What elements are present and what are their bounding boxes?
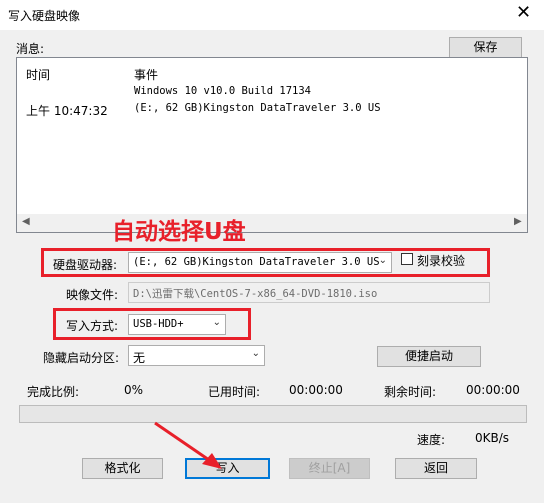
verify-checkbox[interactable] [401,253,413,265]
elapsed-value: 00:00:00 [289,383,343,397]
chevron-down-icon: ⌄ [212,317,221,328]
write-method-label: 写入方式: [66,319,119,333]
progress-bar [19,405,527,423]
write-method-value: USB-HDD+ [133,318,184,330]
drive-select[interactable]: (E:, 62 GB)Kingston DataTraveler 3.0 US … [128,252,392,273]
horizontal-scrollbar[interactable]: ◀ ▶ [17,214,527,232]
speed-value: 0KB/s [475,431,510,445]
annotation-text: 自动选择U盘 [112,219,246,245]
ratio-label: 完成比例: [27,385,80,399]
close-icon[interactable]: ✕ [516,4,531,22]
hidden-partition-label: 隐藏启动分区: [43,351,120,365]
messages-label: 消息: [16,42,45,56]
hidden-partition-select[interactable]: 无 ⌄ [128,345,265,366]
image-file-value: D:\迅雷下载\CentOS-7-x86_64-DVD-1810.iso [133,288,378,300]
column-time: 时间 [26,68,51,82]
quick-boot-button[interactable]: 便捷启动 [377,346,481,367]
ratio-value: 0% [124,383,144,397]
remaining-value: 00:00:00 [466,383,520,397]
back-button[interactable]: 返回 [395,458,477,479]
title-bar [0,0,544,30]
log-event: (E:, 62 GB)Kingston DataTraveler 3.0 US [134,102,381,114]
log-event: Windows 10 v10.0 Build 17134 [134,85,312,97]
write-method-select[interactable]: USB-HDD+ ⌄ [128,314,226,335]
drive-label: 硬盘驱动器: [53,258,118,272]
message-log[interactable]: 时间 事件 Windows 10 v10.0 Build 17134 上午 10… [16,57,528,233]
save-button[interactable]: 保存 [449,37,522,58]
stop-button[interactable]: 终止[A] [289,458,370,479]
scroll-right-icon[interactable]: ▶ [514,216,522,227]
annotation-arrow [154,421,222,469]
chevron-down-icon: ⌄ [251,348,260,359]
speed-label: 速度: [417,433,446,447]
verify-label: 刻录校验 [417,254,466,268]
remaining-label: 剩余时间: [384,385,437,399]
log-time: 上午 10:47:32 [26,104,108,118]
column-event: 事件 [134,68,159,82]
hidden-partition-value: 无 [133,351,146,365]
chevron-down-icon: ⌄ [378,255,387,266]
image-file-label: 映像文件: [66,288,119,302]
window-title: 写入硬盘映像 [8,9,81,23]
image-file-field[interactable]: D:\迅雷下载\CentOS-7-x86_64-DVD-1810.iso [128,282,490,303]
elapsed-label: 已用时间: [208,385,261,399]
scroll-left-icon[interactable]: ◀ [22,216,30,227]
drive-value: (E:, 62 GB)Kingston DataTraveler 3.0 US [133,256,380,268]
